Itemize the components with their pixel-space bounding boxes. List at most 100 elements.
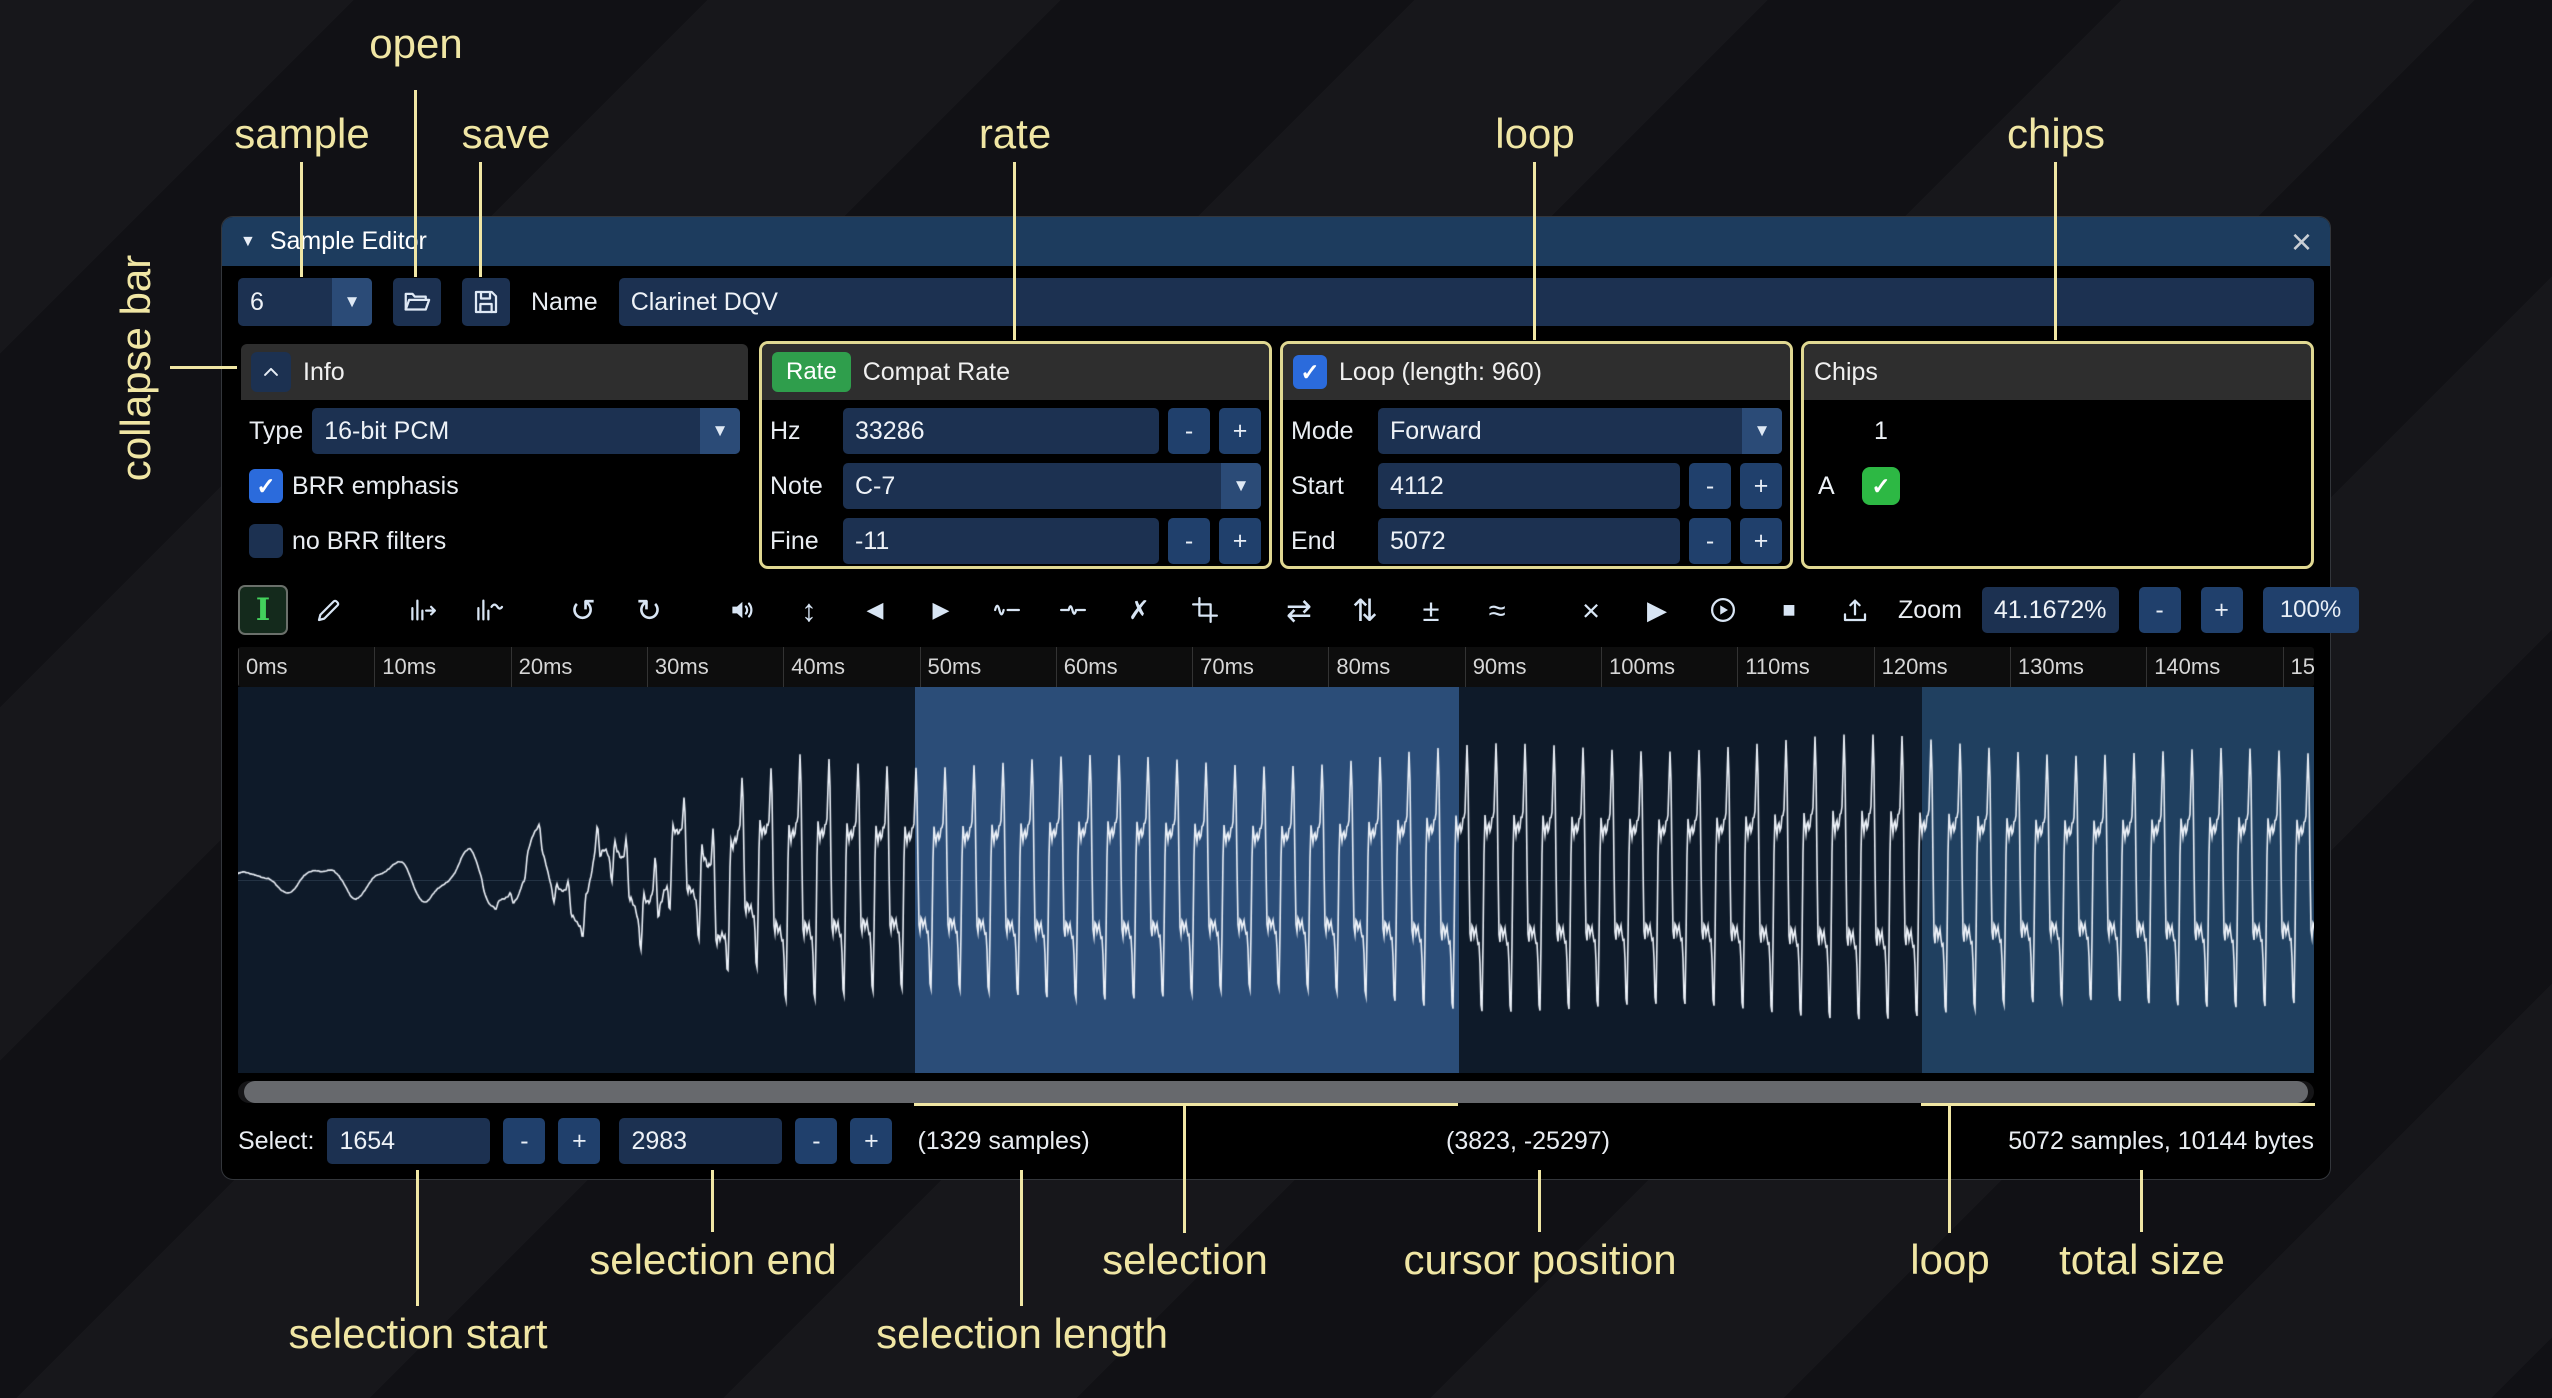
chevron-down-icon[interactable]: ▼ [1742,408,1782,454]
import-icon[interactable] [1832,587,1878,633]
cursor-position-text: (3823, -25297) [1446,1127,1610,1156]
resample-icon[interactable] [466,587,512,633]
invert-icon[interactable]: ⇅ [1342,587,1388,633]
sign-invert-icon[interactable]: ± [1408,587,1454,633]
name-value: Clarinet DQV [631,288,778,317]
reverse-icon[interactable]: ⇄ [1276,587,1322,633]
zoom-out-button[interactable]: - [2139,587,2181,633]
hz-value: 33286 [855,417,925,446]
zoom-input[interactable]: 41.1672% [1982,587,2119,633]
normalize-icon[interactable]: ↕ [786,587,832,633]
chevron-down-icon[interactable]: ▼ [1221,463,1261,509]
loop-checkbox[interactable]: ✓ [1293,355,1327,389]
type-select[interactable]: 16-bit PCM ▼ [312,408,740,454]
name-input[interactable]: Clarinet DQV [619,278,2314,326]
annotation-selection: selection [1102,1236,1268,1284]
selection-start-plus-button[interactable]: + [558,1118,600,1164]
selection-end-minus-button[interactable]: - [795,1118,837,1164]
fine-value: -11 [855,527,889,556]
preview-icon[interactable]: ▶ [1634,587,1680,633]
waveform-display[interactable] [238,687,2314,1073]
open-button[interactable] [393,278,441,326]
hz-input[interactable]: 33286 [843,408,1159,454]
selection-start-minus-button[interactable]: - [503,1118,545,1164]
redo-icon[interactable]: ↻ [626,587,672,633]
annotation-selection-length: selection length [876,1310,1168,1358]
loop-section: ✓ Loop (length: 960) Mode Forward ▼ S [1280,341,1793,569]
select-tool-icon[interactable]: I [240,587,286,633]
loop-end-minus-button[interactable]: - [1689,518,1731,564]
close-icon[interactable]: × [2291,224,2312,260]
draw-tool-icon[interactable] [306,587,352,633]
window-collapse-icon[interactable]: ▼ [240,233,256,251]
resize-icon[interactable] [400,587,446,633]
zoom-reset-button[interactable]: 100% [2263,587,2359,633]
fine-minus-button[interactable]: - [1168,518,1210,564]
info-header-bar: Info [241,344,748,400]
no-brr-filters-checkbox[interactable] [249,524,283,558]
select-label: Select: [238,1127,314,1156]
loop-mode-label: Mode [1291,417,1369,446]
ruler[interactable]: 0ms10ms20ms30ms40ms50ms60ms70ms80ms90ms1… [238,647,2314,687]
preview-from-cursor-icon[interactable] [1700,587,1746,633]
ruler-tick: 90ms [1465,647,1527,687]
annotation-loop-bottom: loop [1910,1236,1989,1284]
selection-end-input[interactable]: 2983 [619,1118,782,1164]
ruler-tick: 30ms [647,647,709,687]
hz-minus-button[interactable]: - [1168,408,1210,454]
ruler-tick: 60ms [1056,647,1118,687]
save-button[interactable] [462,278,510,326]
filter-icon[interactable]: ≈ [1474,587,1520,633]
sections-row: Info Type 16-bit PCM ▼ ✓ BRR emphas [238,341,2314,569]
sample-selector[interactable]: 6 ▼ [238,278,372,326]
check-icon: ✓ [1300,359,1319,386]
amplify-icon[interactable] [720,587,766,633]
chip-enable-checkbox[interactable]: ✓ [1862,467,1900,505]
name-label: Name [531,288,598,317]
floppy-disk-icon [471,287,501,317]
loop-start-input[interactable]: 4112 [1378,463,1680,509]
collapse-bar-button[interactable] [251,352,291,392]
fine-plus-button[interactable]: + [1219,518,1261,564]
loop-mode-select[interactable]: Forward ▼ [1378,408,1782,454]
selection-start-input[interactable]: 1654 [327,1118,490,1164]
toolbar: I ↺ ↻ ↕ ◀ ▶ ✗ ⇄ ⇅ ± ≈ [238,585,2314,635]
undo-icon[interactable]: ↺ [560,587,606,633]
ruler-tick: 70ms [1192,647,1254,687]
loop-end-input[interactable]: 5072 [1378,518,1680,564]
loop-mode-value: Forward [1378,417,1742,446]
loop-end-label: End [1291,527,1369,556]
fine-input[interactable]: -11 [843,518,1159,564]
zoom-label: Zoom [1898,596,1962,625]
brr-emphasis-checkbox[interactable]: ✓ [249,469,283,503]
status-row: Select: 1654 - + 2983 - + (1329 samples)… [238,1117,2314,1165]
loop-start-minus-button[interactable]: - [1689,463,1731,509]
ruler-tick: 0ms [238,647,288,687]
fade-out-icon[interactable]: ▶ [918,587,964,633]
folder-open-icon [402,287,432,317]
selection-end-plus-button[interactable]: + [850,1118,892,1164]
insert-silence-icon[interactable] [984,587,1030,633]
fade-in-icon[interactable]: ◀ [852,587,898,633]
stop-icon[interactable]: ■ [1766,587,1812,633]
note-select[interactable]: C-7 ▼ [843,463,1261,509]
crossfade-loop-icon[interactable]: × [1568,587,1614,633]
apply-silence-icon[interactable] [1050,587,1096,633]
loop-end-plus-button[interactable]: + [1740,518,1782,564]
delete-icon[interactable]: ✗ [1116,587,1162,633]
scrollbar-thumb[interactable] [244,1081,2308,1103]
waveform-canvas [238,687,2314,1073]
window-body: 6 ▼ Name Clarinet DQV [222,278,2330,1181]
trim-icon[interactable] [1182,587,1228,633]
chip-row-label: A [1812,472,1858,501]
zoom-in-button[interactable]: + [2201,587,2243,633]
ruler-tick: 140ms [2146,647,2220,687]
loop-start-plus-button[interactable]: + [1740,463,1782,509]
scrollbar[interactable] [238,1081,2314,1103]
chevron-down-icon[interactable]: ▼ [700,408,740,454]
titlebar[interactable]: ▼ Sample Editor × [222,217,2330,266]
chips-section: Chips 1 A ✓ [1801,341,2314,569]
hz-plus-button[interactable]: + [1219,408,1261,454]
chips-header-bar: Chips [1804,344,2311,400]
chevron-down-icon[interactable]: ▼ [332,278,372,326]
